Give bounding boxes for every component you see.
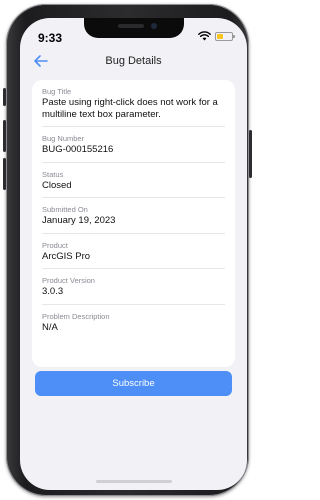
field-label: Submitted On xyxy=(42,205,88,214)
field-submitted-on: Submitted On January 19, 2023 xyxy=(42,198,225,234)
battery-icon xyxy=(215,31,235,41)
field-problem-description: Problem Description N/A xyxy=(42,305,225,340)
field-bug-title: Bug Title Paste using right-click does n… xyxy=(42,80,225,127)
wifi-icon xyxy=(198,31,211,41)
field-value: BUG-000155216 xyxy=(42,144,114,155)
field-value: January 19, 2023 xyxy=(42,215,116,226)
subscribe-button[interactable]: Subscribe xyxy=(35,371,232,396)
notch xyxy=(84,18,184,38)
camera xyxy=(151,23,157,29)
field-label: Problem Description xyxy=(42,311,110,321)
speaker xyxy=(118,24,144,28)
field-label: Bug Number xyxy=(42,134,85,143)
field-label: Status xyxy=(42,169,64,179)
field-value: ArcGIS Pro xyxy=(42,250,91,262)
home-indicator xyxy=(96,480,172,483)
field-value: Closed xyxy=(42,179,72,191)
field-label: Bug Title xyxy=(42,87,72,96)
nav-bar: Bug Details xyxy=(20,51,247,73)
field-value: N/A xyxy=(42,321,58,333)
field-label: Product Version xyxy=(42,276,95,285)
volume-down-button xyxy=(3,158,6,190)
details-card: Bug Title Paste using right-click does n… xyxy=(32,80,235,367)
field-product: Product ArcGIS Pro xyxy=(42,234,225,269)
screen: 9:33 Bug Details Bug Title Paste using r… xyxy=(20,18,247,490)
mute-switch xyxy=(3,88,6,106)
status-time: 9:33 xyxy=(38,31,63,45)
field-value: 3.0.3 xyxy=(42,286,64,297)
page-title: Bug Details xyxy=(105,55,162,67)
volume-up-button xyxy=(3,120,6,152)
field-label: Product xyxy=(42,240,68,250)
power-button xyxy=(249,130,252,178)
field-value: Paste using right-click does not work fo… xyxy=(42,97,218,120)
status-icons xyxy=(198,31,235,41)
field-product-version: Product Version 3.0.3 xyxy=(42,269,225,305)
field-status: Status Closed xyxy=(42,163,225,198)
field-bug-number: Bug Number BUG-000155216 xyxy=(42,127,225,163)
